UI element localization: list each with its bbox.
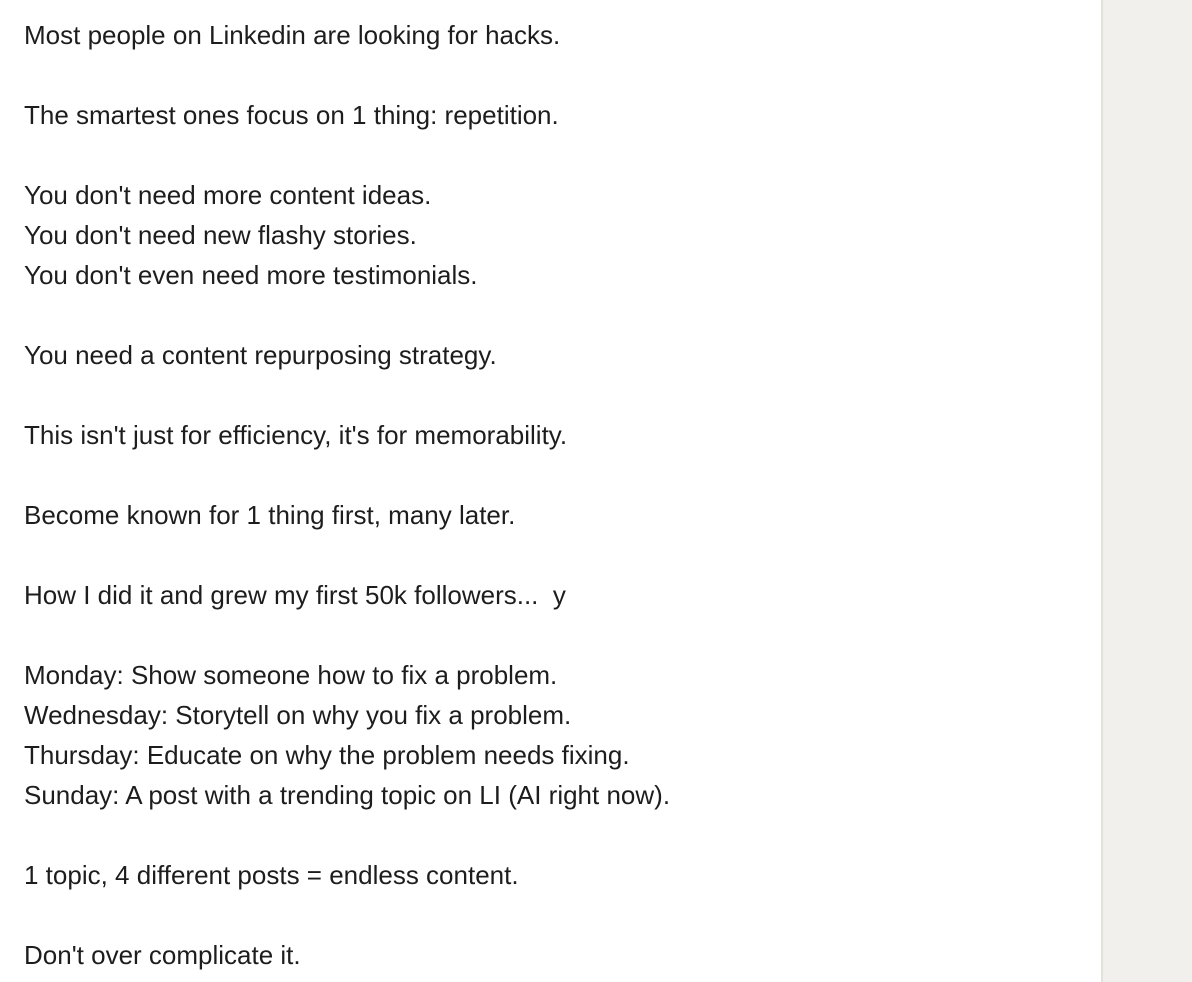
post-line: Don't over complicate it.: [24, 940, 301, 970]
page: Most people on Linkedin are looking for …: [0, 0, 1192, 982]
side-panel: [1101, 0, 1192, 982]
post-text[interactable]: Most people on Linkedin are looking for …: [24, 15, 1084, 975]
post-line: You don't need new flashy stories.: [24, 220, 417, 250]
post-line: Become known for 1 thing first, many lat…: [24, 500, 516, 530]
post-line: Sunday: A post with a trending topic on …: [24, 780, 671, 810]
post-line: Most people on Linkedin are looking for …: [24, 20, 561, 50]
post-line: This isn't just for efficiency, it's for…: [24, 420, 568, 450]
post-editor[interactable]: Most people on Linkedin are looking for …: [0, 0, 1101, 982]
post-line: Thursday: Educate on why the problem nee…: [24, 740, 630, 770]
post-line: You don't even need more testimonials.: [24, 260, 478, 290]
post-line: Wednesday: Storytell on why you fix a pr…: [24, 700, 572, 730]
post-line: The smartest ones focus on 1 thing: repe…: [24, 100, 559, 130]
post-line: You don't need more content ideas.: [24, 180, 432, 210]
post-line: 1 topic, 4 different posts = endless con…: [24, 860, 519, 890]
post-line: You need a content repurposing strategy.: [24, 340, 497, 370]
post-line: How I did it and grew my first 50k follo…: [24, 580, 566, 610]
post-line: Monday: Show someone how to fix a proble…: [24, 660, 558, 690]
